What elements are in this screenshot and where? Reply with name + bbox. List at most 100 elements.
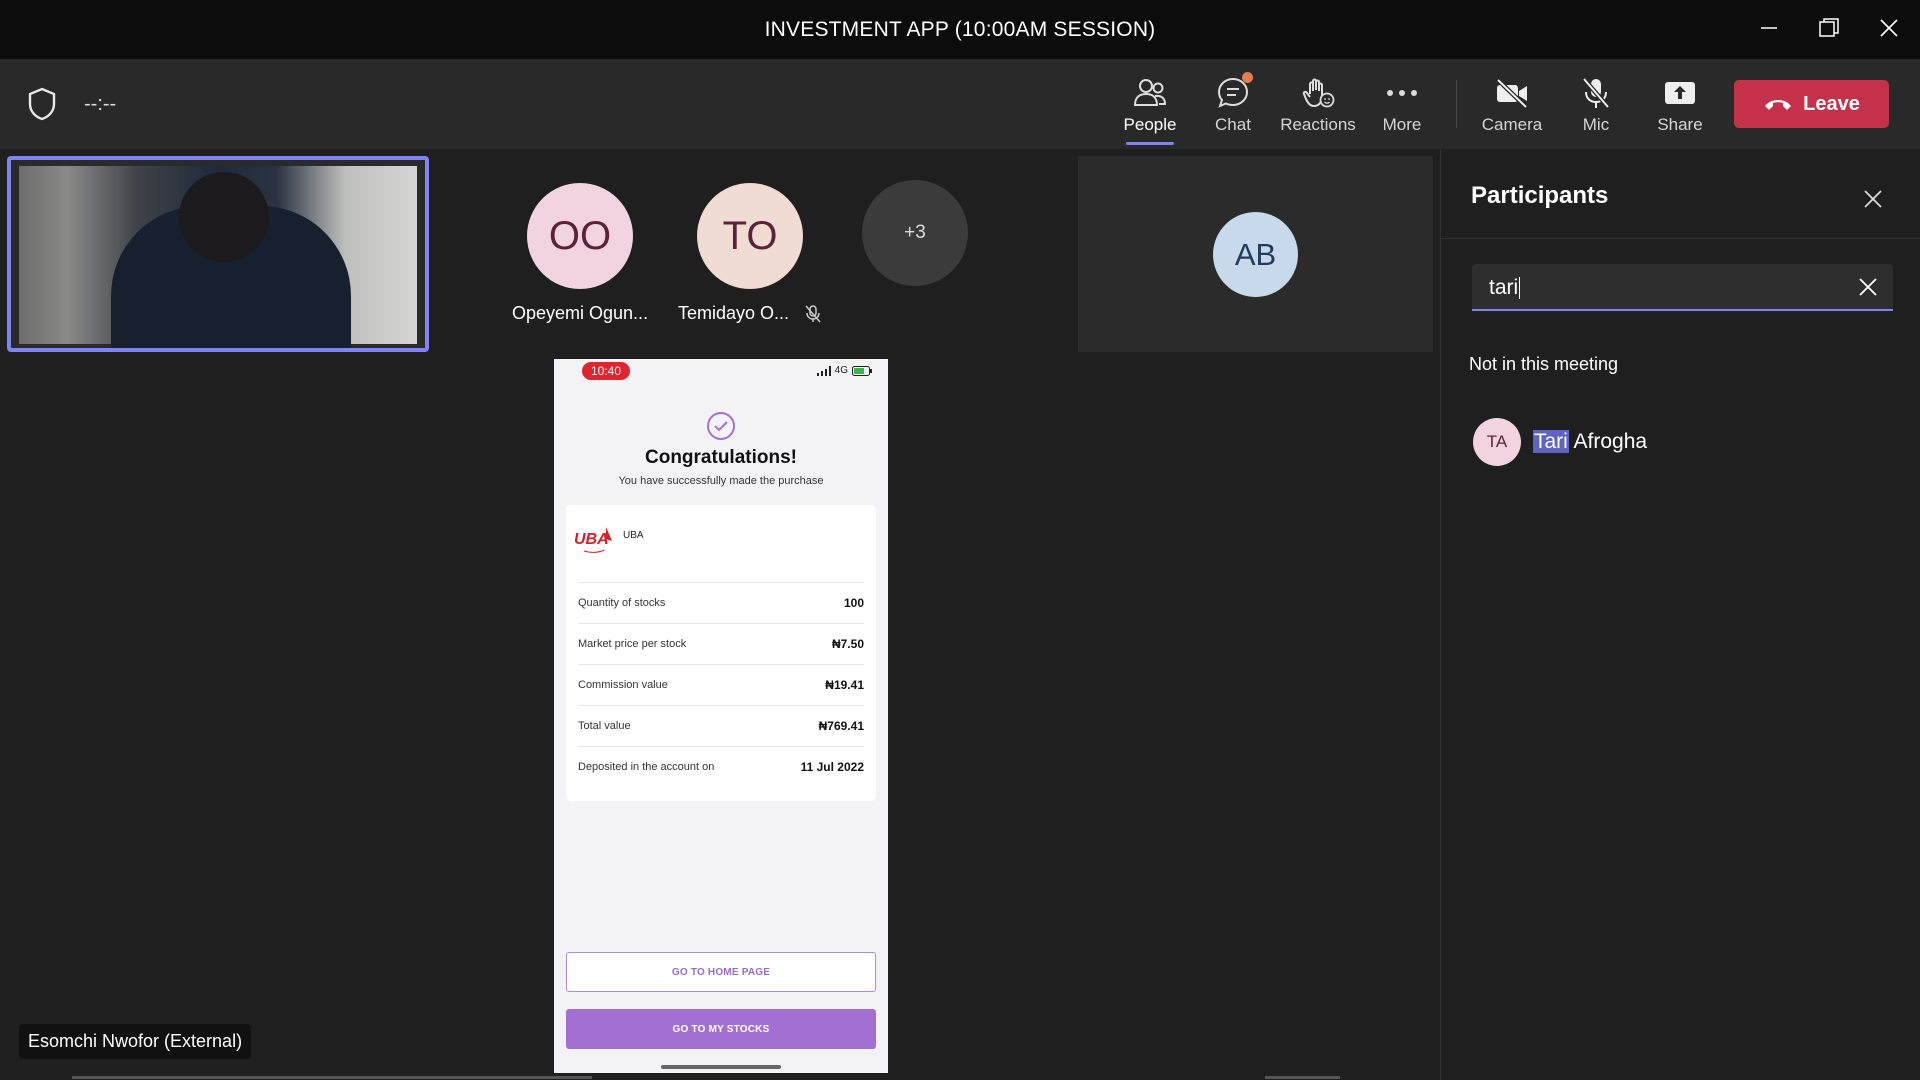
summary-row: Commission value ₦19.41 [578,664,864,705]
teams-meeting-window: INVESTMENT APP (10:00AM SESSION) --:-- P… [0,0,1920,1080]
mic-off-icon [1582,77,1610,109]
mic-label: Mic [1582,115,1610,134]
participant-name: Temidayo O... [678,303,790,323]
phone-status-time: 10:40 [582,362,631,380]
avatar: AB [1213,212,1298,297]
name-rest: Afrogha [1568,430,1648,453]
participants-panel: Participants tari Not in this meeting TA… [1440,149,1920,1080]
signal-icon [816,365,831,376]
restore-icon [1819,18,1839,37]
row-label: Market price per stock [578,638,687,650]
close-icon [1864,190,1882,208]
participant-name: Opeyemi Ogun... [512,303,649,323]
camera-button[interactable]: Camera [1472,73,1552,143]
avatar: OO [527,183,634,289]
people-label: People [1123,115,1177,134]
search-input-value[interactable]: tari [1489,276,1521,300]
minimize-button[interactable] [1749,10,1789,46]
row-value: 11 Jul 2022 [800,760,864,774]
more-label: More [1382,115,1422,134]
toolbar-divider [1456,80,1457,128]
success-title: Congratulations! [645,447,797,468]
gallery-tile-temidayo[interactable]: TO Temidayo O... [678,183,822,324]
row-label: Total value [578,720,631,732]
row-value: 100 [843,596,864,610]
row-label: Quantity of stocks [578,597,666,609]
uba-logo: UBA [574,527,612,553]
search-text: tari [1489,276,1519,299]
panel-title: Participants [1471,182,1609,209]
clear-icon [1859,278,1877,296]
camera-off-icon [1496,78,1528,108]
row-value: ₦769.41 [818,719,864,733]
more-button[interactable]: More [1362,73,1442,143]
row-value: ₦7.50 [831,637,864,651]
people-button[interactable]: People [1110,73,1190,143]
success-subtitle: You have successfully made the purchase [618,475,824,487]
go-to-my-stocks-button[interactable]: GO TO MY STOCKS [566,1009,876,1049]
scroll-indicator [1265,1076,1340,1079]
avatar: TO [697,183,804,289]
featured-participant-tile[interactable]: AB [1078,156,1433,352]
purchase-summary-card: UBA UBA Quantity of stocks 100 Market pri… [566,505,876,801]
title-bar: INVESTMENT APP (10:00AM SESSION) [0,0,1920,59]
video-name-tag: Esomchi Nwofor (External) [19,1024,252,1059]
summary-row: Deposited in the account on 11 Jul 2022 [578,746,864,787]
shield-icon[interactable] [26,87,58,121]
window-title: INVESTMENT APP (10:00AM SESSION) [764,18,1156,41]
close-icon [1880,19,1898,37]
more-participants-bubble[interactable]: +3 [862,180,968,286]
more-icon [1387,90,1417,96]
chat-button[interactable]: Chat [1193,73,1273,143]
camera-label: Camera [1481,115,1543,134]
mic-muted-icon [805,305,821,323]
stock-name: UBA [623,530,644,541]
share-button[interactable]: Share [1640,73,1720,143]
participant-search-input[interactable]: tari [1472,264,1893,311]
close-panel-button[interactable] [1853,179,1893,219]
scroll-indicator [72,1076,592,1079]
hang-up-icon [1765,100,1792,110]
raise-hand-icon [1302,78,1335,108]
gallery-tile-opeyemi[interactable]: OO Opeyemi Ogun... [512,183,648,324]
section-label: Not in this meeting [1469,354,1619,374]
success-check-icon [707,412,735,440]
participant-name: Tari Afrogha [1533,430,1647,454]
summary-row: Market price per stock ₦7.50 [578,623,864,664]
active-tab-indicator [1126,142,1174,145]
participant-result-row[interactable]: TA Tari Afrogha [1473,417,1647,467]
summary-row: Total value ₦769.41 [578,705,864,746]
panel-divider [1441,238,1920,239]
leave-button[interactable]: Leave [1734,80,1889,128]
video-person-head [179,172,269,262]
close-window-button[interactable] [1869,10,1909,46]
video-frame [19,166,417,348]
share-label: Share [1657,115,1703,134]
reactions-button[interactable]: Reactions [1278,73,1358,143]
people-icon [1133,79,1167,106]
row-label: Commission value [578,679,668,691]
network-label: 4G [834,365,848,376]
search-highlight: Tari [1533,430,1569,453]
restore-button[interactable] [1809,10,1849,46]
svg-text:UBA: UBA [574,531,609,548]
summary-row: Quantity of stocks 100 [578,582,864,623]
reactions-label: Reactions [1280,115,1356,134]
text-caret [1519,277,1521,300]
mic-button[interactable]: Mic [1556,73,1636,143]
shared-screen-phone: 10:40 4G Congratulations! You have succe… [554,359,888,1073]
leave-label: Leave [1803,92,1860,115]
clear-search-button[interactable] [1853,272,1883,302]
row-value: ₦19.41 [825,678,864,692]
participant-name-row: Temidayo O... [678,303,822,324]
go-to-home-page-button[interactable]: GO TO HOME PAGE [566,952,876,992]
chat-notification-dot [1242,72,1253,83]
phone-status-icons: 4G [816,365,872,376]
chat-label: Chat [1215,115,1251,134]
participant-video-tile[interactable] [7,156,429,352]
battery-icon [852,365,872,376]
avatar: TA [1473,418,1521,466]
meeting-timer: --:-- [84,93,117,115]
row-label: Deposited in the account on [578,761,715,773]
home-indicator [661,1065,781,1069]
